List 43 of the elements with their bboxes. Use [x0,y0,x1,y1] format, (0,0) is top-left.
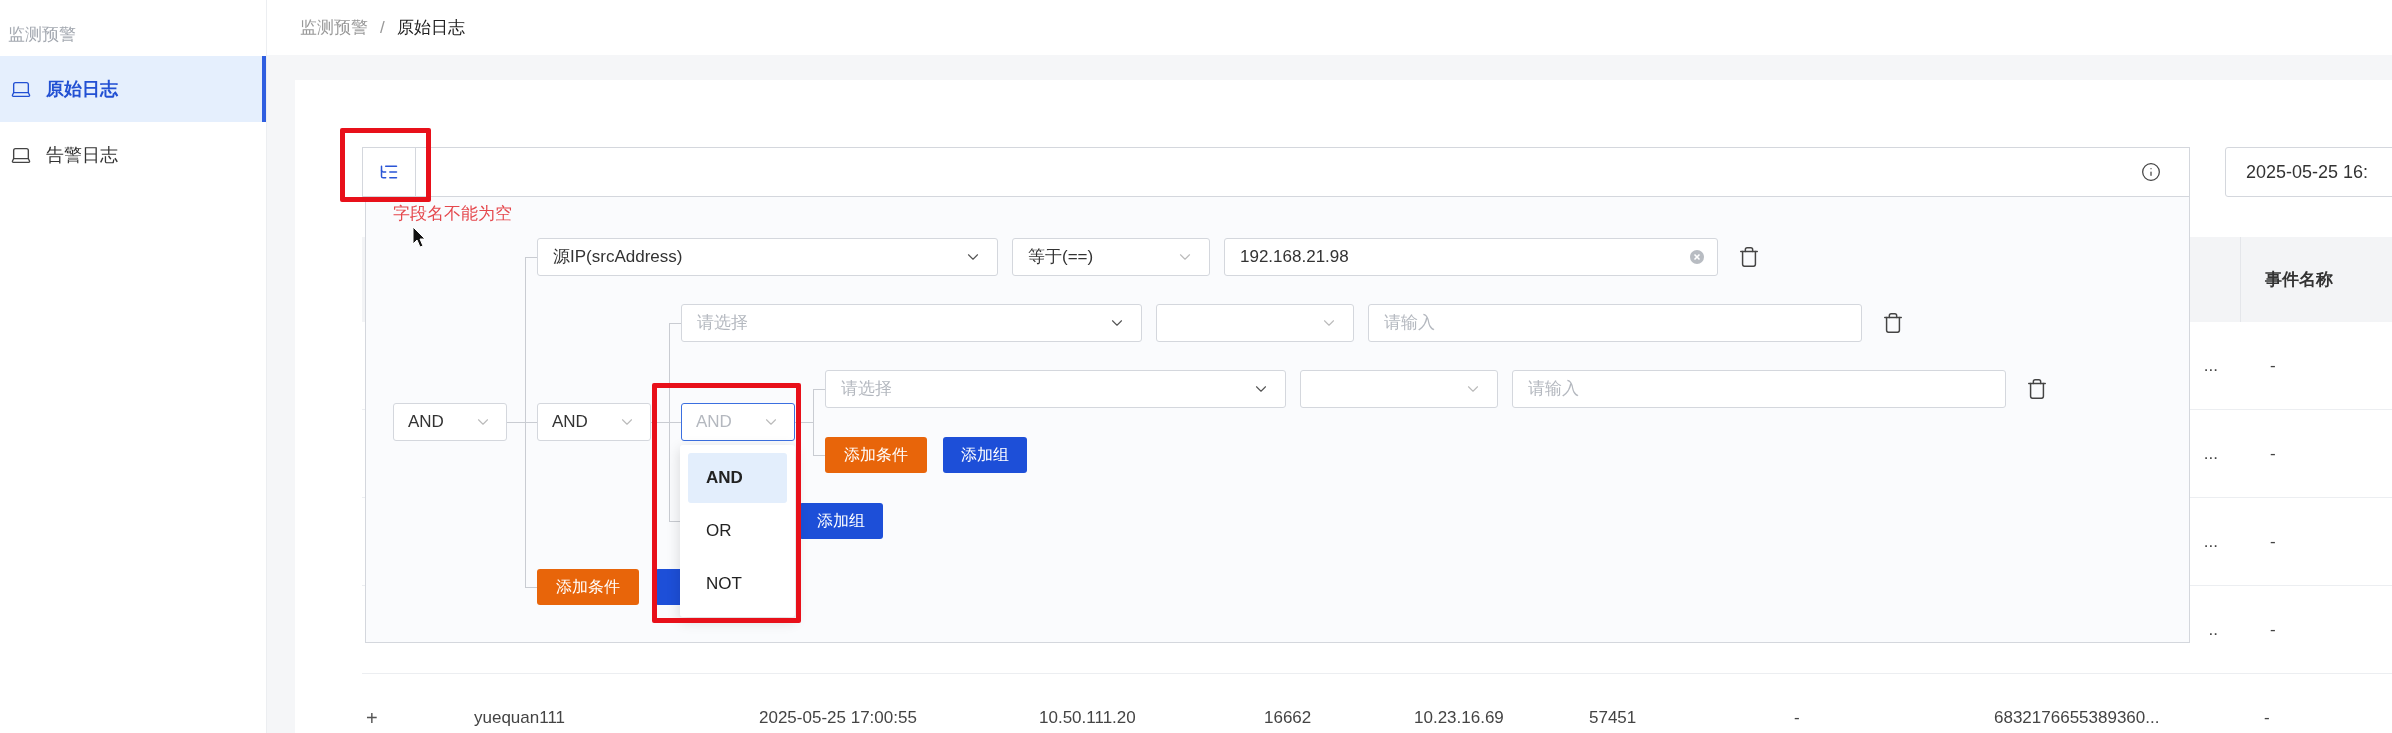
list-tree-icon [379,162,399,182]
table-cell: - [2264,707,2270,727]
table-cell-text: ... [2203,530,2218,553]
table-cell: 16662 [1264,707,1312,727]
breadcrumb-separator: / [380,16,385,39]
sidebar-item[interactable]: 原始日志 [0,56,266,122]
table-cell: 10.50.111.20 [1039,707,1136,727]
add-group-button[interactable]: 添加组 [799,503,883,539]
trash-icon[interactable] [2026,378,2048,400]
value-input[interactable]: 192.168.21.98 [1224,238,1718,276]
dropdown-option[interactable]: AND [688,453,787,503]
cursor-icon [412,226,426,248]
dropdown-option[interactable]: NOT [688,559,787,609]
table-cell: 6832176655389360... [1994,707,2160,727]
dropdown-option[interactable]: OR [688,506,787,556]
column-header: 事件名称 [2265,268,2333,291]
trash-icon[interactable] [1882,312,1904,334]
date-range-field[interactable]: 2025-05-25 16: [2225,147,2392,197]
table-cell-text: ... [2203,442,2218,465]
table-cell: - [2270,531,2276,551]
table-cell: - [2270,619,2276,639]
table-cell: - [2270,355,2276,375]
clear-icon[interactable] [1689,249,1705,265]
table-cell-text: ... [2203,354,2218,377]
table-cell: - [2270,443,2276,463]
table-cell-text: .. [2208,618,2218,641]
trash-icon[interactable] [1738,246,1760,268]
table-cell: - [1794,707,1800,727]
field-select[interactable]: 源IP(srcAddress) [537,238,998,276]
operator-select[interactable]: 等于(==) [1012,238,1210,276]
sidebar-item[interactable]: 告警日志 [0,122,266,188]
error-message: 字段名不能为空 [393,203,512,225]
logic-select[interactable]: AND [537,403,651,441]
breadcrumb-item: 原始日志 [396,16,465,39]
table-cell: yuequan111 [474,707,566,727]
sidebar-section-title: 监测预警 [7,24,77,47]
expand-row-button[interactable]: + [366,702,378,733]
table-cell: 2025-05-25 17:00:55 [759,707,917,727]
table-cell: 57451 [1589,707,1637,727]
logic-select[interactable]: AND [393,403,507,441]
table-cell: 10.23.16.69 [1414,707,1504,727]
add-group-button[interactable]: 添加组 [943,437,1027,473]
info-icon[interactable] [2141,162,2161,182]
